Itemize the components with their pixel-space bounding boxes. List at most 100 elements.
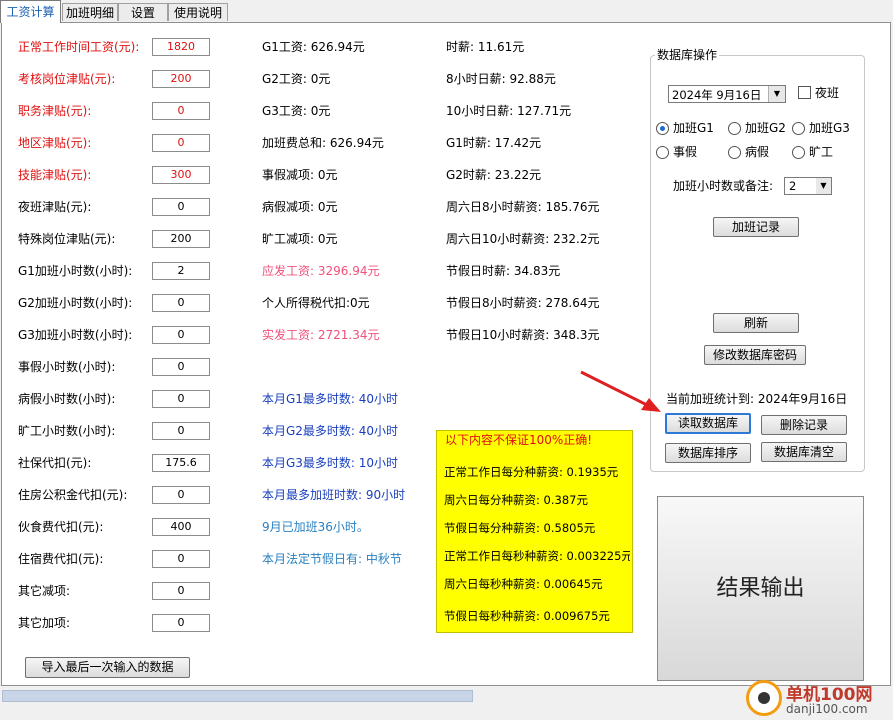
notice-line: 正常工作日每分种薪资: 0.1935元 bbox=[444, 465, 619, 479]
other-plus-input[interactable]: 0 bbox=[152, 614, 210, 632]
skill-allowance-input[interactable]: 300 bbox=[152, 166, 210, 184]
weekend-8h: 周六日8小时薪资: 185.76元 bbox=[446, 200, 600, 214]
night-shift-label: 夜班 bbox=[815, 86, 840, 100]
field-label: 正常工作时间工资(元): bbox=[18, 40, 140, 54]
g2-hours-input[interactable]: 0 bbox=[152, 294, 210, 312]
result-output-button[interactable]: 结果输出 bbox=[657, 496, 864, 681]
hourly-wage: 时薪: 11.61元 bbox=[446, 40, 525, 54]
meal-deduction-input[interactable]: 400 bbox=[152, 518, 210, 536]
night-allowance-input[interactable]: 0 bbox=[152, 198, 210, 216]
sick-leave-deduction: 病假减项: 0元 bbox=[262, 200, 338, 214]
lodging-deduction-input[interactable]: 0 bbox=[152, 550, 210, 568]
radio-label: 加班G2 bbox=[745, 121, 786, 135]
field-label: G1加班小时数(小时): bbox=[18, 264, 133, 278]
weekend-10h: 周六日10小时薪资: 232.2元 bbox=[446, 232, 600, 246]
delete-record-button[interactable]: 删除记录 bbox=[761, 415, 847, 435]
logo-dot-icon bbox=[758, 692, 770, 704]
date-value: 2024年 9月16日 bbox=[672, 88, 762, 102]
add-overtime-button[interactable]: 加班记录 bbox=[713, 217, 799, 237]
field-label: 住房公积金代扣(元): bbox=[18, 488, 128, 502]
special-post-allowance-input[interactable]: 200 bbox=[152, 230, 210, 248]
personal-leave-input[interactable]: 0 bbox=[152, 358, 210, 376]
read-database-button[interactable]: 读取数据库 bbox=[665, 413, 751, 434]
tab-settings[interactable]: 设置 bbox=[118, 3, 168, 21]
radio-absence[interactable] bbox=[792, 146, 805, 159]
radio-overtime-g2[interactable] bbox=[728, 122, 741, 135]
radio-label: 病假 bbox=[745, 145, 770, 159]
tab-help[interactable]: 使用说明 bbox=[168, 3, 228, 21]
absence-hours-input[interactable]: 0 bbox=[152, 422, 210, 440]
radio-overtime-g1[interactable] bbox=[656, 122, 669, 135]
watermark-url: danji100.com bbox=[786, 702, 868, 716]
g3-wage: G3工资: 0元 bbox=[262, 104, 331, 118]
field-label: 社保代扣(元): bbox=[18, 456, 92, 470]
field-label: 病假小时数(小时): bbox=[18, 392, 116, 406]
radio-personal-leave[interactable] bbox=[656, 146, 669, 159]
arrow-annotation-icon bbox=[580, 370, 661, 412]
g3-hours-input[interactable]: 0 bbox=[152, 326, 210, 344]
overtime-stat: 当前加班统计到: 2024年9月16日 bbox=[666, 392, 848, 406]
notice-box: 以下内容不保证100%正确! 正常工作日每分种薪资: 0.1935元 周六日每分… bbox=[436, 430, 633, 633]
hours-select[interactable]: 2 ▼ bbox=[784, 177, 832, 195]
region-allowance-input[interactable]: 0 bbox=[152, 134, 210, 152]
sort-database-button[interactable]: 数据库排序 bbox=[665, 443, 751, 463]
normal-wage-input[interactable]: 1820 bbox=[152, 38, 210, 56]
g2-max-hours: 本月G2最多时数: 40小时 bbox=[262, 424, 399, 438]
tab-overtime-detail[interactable]: 加班明细 bbox=[62, 3, 118, 21]
change-db-password-button[interactable]: 修改数据库密码 bbox=[704, 345, 806, 365]
horizontal-scrollbar[interactable] bbox=[2, 690, 473, 702]
holiday-10h: 节假日10小时薪资: 348.3元 bbox=[446, 328, 600, 342]
date-picker[interactable]: 2024年 9月16日 ▼ bbox=[668, 85, 786, 103]
tab-salary-calc[interactable]: 工资计算 bbox=[0, 0, 61, 23]
overtime-so-far: 9月已加班36小时。 bbox=[262, 520, 369, 534]
daily-8h: 8小时日薪: 92.88元 bbox=[446, 72, 556, 86]
field-label: 特殊岗位津贴(元): bbox=[18, 232, 116, 246]
hours-note-label: 加班小时数或备注: bbox=[673, 179, 774, 193]
field-label: 事假小时数(小时): bbox=[18, 360, 116, 374]
g1-hourly: G1时薪: 17.42元 bbox=[446, 136, 542, 150]
radio-label: 加班G1 bbox=[673, 121, 714, 135]
field-label: 夜班津贴(元): bbox=[18, 200, 92, 214]
chevron-down-icon[interactable]: ▼ bbox=[768, 86, 785, 102]
field-label: 技能津贴(元): bbox=[18, 168, 92, 182]
net-pay: 实发工资: 2721.34元 bbox=[262, 328, 380, 342]
notice-line: 节假日每分种薪资: 0.5805元 bbox=[444, 521, 596, 535]
social-security-input[interactable]: 175.6 bbox=[152, 454, 210, 472]
g3-max-hours: 本月G3最多时数: 10小时 bbox=[262, 456, 399, 470]
g1-max-hours: 本月G1最多时数: 40小时 bbox=[262, 392, 399, 406]
housing-fund-input[interactable]: 0 bbox=[152, 486, 210, 504]
field-label: 地区津贴(元): bbox=[18, 136, 92, 150]
notice-line: 正常工作日每秒种薪资: 0.003225元 bbox=[444, 549, 630, 563]
radio-sick-leave[interactable] bbox=[728, 146, 741, 159]
max-overtime-hours: 本月最多加班时数: 90小时 bbox=[262, 488, 406, 502]
g1-hours-input[interactable]: 2 bbox=[152, 262, 210, 280]
holidays-this-month: 本月法定节假日有: 中秋节 bbox=[262, 552, 402, 566]
field-label: 其它减项: bbox=[18, 584, 71, 598]
notice-title: 以下内容不保证100%正确! bbox=[445, 433, 593, 447]
g2-hourly: G2时薪: 23.22元 bbox=[446, 168, 542, 182]
g2-wage: G2工资: 0元 bbox=[262, 72, 331, 86]
field-label: 伙食费代扣(元): bbox=[18, 520, 104, 534]
chevron-down-icon[interactable]: ▼ bbox=[816, 178, 831, 194]
other-minus-input[interactable]: 0 bbox=[152, 582, 210, 600]
refresh-button[interactable]: 刷新 bbox=[713, 313, 799, 333]
clear-database-button[interactable]: 数据库清空 bbox=[761, 442, 847, 462]
assessment-allowance-input[interactable]: 200 bbox=[152, 70, 210, 88]
field-label: 考核岗位津贴(元): bbox=[18, 72, 116, 86]
personal-leave-deduction: 事假减项: 0元 bbox=[262, 168, 338, 182]
radio-overtime-g3[interactable] bbox=[792, 122, 805, 135]
field-label: 旷工小时数(小时): bbox=[18, 424, 116, 438]
notice-line: 节假日每秒种薪资: 0.009675元 bbox=[444, 609, 610, 623]
radio-label: 加班G3 bbox=[809, 121, 850, 135]
field-label: 其它加项: bbox=[18, 616, 71, 630]
income-tax: 个人所得税代扣:0元 bbox=[262, 296, 370, 310]
hours-select-value: 2 bbox=[789, 179, 797, 193]
duty-allowance-input[interactable]: 0 bbox=[152, 102, 210, 120]
gross-pay: 应发工资: 3296.94元 bbox=[262, 264, 380, 278]
field-label: G3加班小时数(小时): bbox=[18, 328, 133, 342]
import-last-input-button[interactable]: 导入最后一次输入的数据 bbox=[25, 657, 190, 678]
sick-leave-input[interactable]: 0 bbox=[152, 390, 210, 408]
tab-bar: 工资计算 加班明细 设置 使用说明 bbox=[0, 0, 893, 23]
g1-wage: G1工资: 626.94元 bbox=[262, 40, 365, 54]
night-shift-checkbox[interactable] bbox=[798, 86, 811, 99]
